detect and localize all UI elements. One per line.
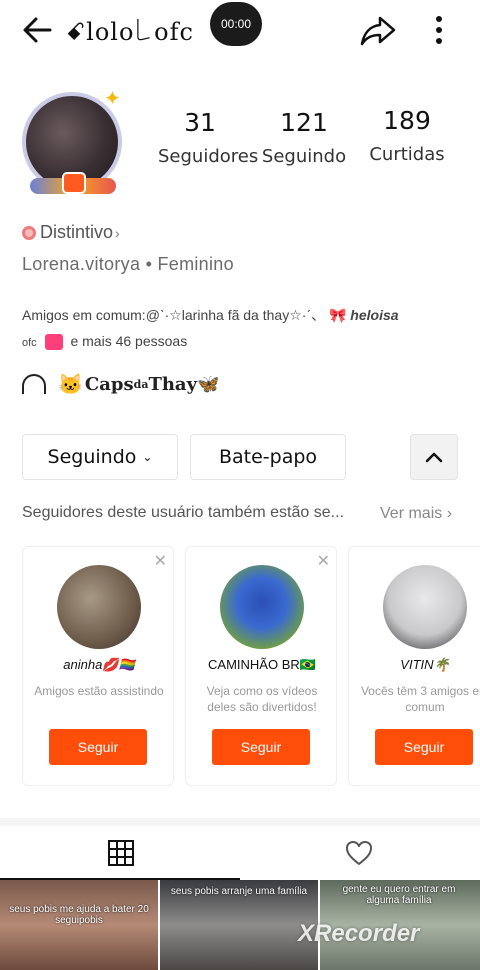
suggestion-desc: Vocês têm 3 amigos em comum <box>360 684 480 714</box>
suggestion-desc: Veja como os vídeos deles são divertidos… <box>206 684 318 714</box>
video-thumbnail[interactable]: seus pobis me ajuda a bater 20 seguipobi… <box>0 880 158 970</box>
chat-button[interactable]: Bate-papo <box>190 434 346 480</box>
suggestion-name[interactable]: VITIN🌴 <box>349 657 480 673</box>
stat-following[interactable]: 121 Seguindo <box>258 108 350 167</box>
stat-likes[interactable]: 189 Curtidas <box>362 106 452 165</box>
suggestion-avatar[interactable] <box>220 565 304 649</box>
live-badge-icon <box>62 172 86 194</box>
stat-followers[interactable]: 31 Seguidores <box>158 108 259 167</box>
suggestion-card[interactable]: ✕ aninha💋🏳️‍🌈 Amigos estão assistindo Se… <box>22 546 174 786</box>
suggestion-card[interactable]: ✕ CAMINHÃO BR🇧🇷 Veja como os vídeos dele… <box>185 546 337 786</box>
close-icon[interactable]: ✕ <box>317 551 330 571</box>
following-button[interactable]: Seguindo ⌄ <box>22 434 178 480</box>
username-gender: Lorena.vitorya • Feminino <box>22 254 234 274</box>
likes-count: 189 <box>383 106 431 135</box>
bow-icon: 🎀 <box>328 307 347 323</box>
video-caption: seus pobis arranje uma família <box>170 886 308 897</box>
cat-emoji-icon: 🐱 <box>58 372 83 396</box>
suggestions-header: Seguidores deste usuário também estão se… <box>22 504 462 530</box>
crown-icon: ✦ <box>104 88 121 110</box>
mutual-prefix: Amigos em comum: <box>22 307 146 323</box>
follow-button[interactable]: Seguir <box>212 729 310 765</box>
profile-avatar[interactable]: ✦ <box>16 86 130 200</box>
suggestion-name[interactable]: aninha💋🏳️‍🌈 <box>23 657 175 673</box>
see-more-label: Ver mais <box>380 505 443 522</box>
following-label: Seguindo <box>261 146 347 167</box>
liked-tab-heart-icon[interactable] <box>344 838 374 868</box>
back-arrow-icon[interactable] <box>18 12 58 48</box>
group-icon <box>22 374 46 394</box>
video-caption: seus pobis me ajuda a bater 20 seguipobi… <box>9 904 149 926</box>
mutual-friend-2-suffix: ofc <box>22 337 37 349</box>
collapse-suggestions-button[interactable] <box>410 434 458 480</box>
badge-label: Distintivo <box>40 222 114 242</box>
caps-text: Caps <box>84 373 134 395</box>
mutual-friend-1[interactable]: @ˋ·☆larinha fã da thay☆·ˊ、 <box>146 307 325 323</box>
content-tabs <box>0 826 480 880</box>
following-button-label: Seguindo <box>47 446 137 468</box>
following-count: 121 <box>280 108 328 137</box>
followers-count: 31 <box>184 108 216 137</box>
suggestion-avatar[interactable] <box>383 565 467 649</box>
mutual-suffix: e mais 46 pessoas <box>70 333 188 349</box>
top-bar: ꗃlolo꒒ofc 00:00 <box>0 0 480 62</box>
suggestion-card[interactable]: VITIN🌴 Vocês têm 3 amigos em comum Segui… <box>348 546 480 786</box>
suggestions-title: Seguidores deste usuário também estão se… <box>22 504 344 521</box>
more-options-icon[interactable] <box>424 12 454 48</box>
group-tag[interactable]: 🐱 Caps da Thay 🦋 <box>22 368 219 400</box>
badge-link[interactable]: Distintivo › <box>22 222 120 243</box>
video-caption: gente eu quero entrar em alguma família <box>342 884 456 906</box>
caps-sup: da <box>133 377 149 391</box>
followers-label: Seguidores <box>158 146 259 167</box>
follow-button[interactable]: Seguir <box>375 729 473 765</box>
suggestion-avatar[interactable] <box>57 565 141 649</box>
profile-title: ꗃlolo꒒ofc <box>66 18 194 46</box>
recorder-watermark: XRecorder <box>298 920 420 947</box>
close-icon[interactable]: ✕ <box>154 551 167 571</box>
chat-button-label: Bate-papo <box>218 446 318 468</box>
chevron-up-icon <box>425 452 443 463</box>
grid-tab-icon[interactable] <box>106 838 136 868</box>
heart-icon <box>44 334 63 351</box>
butterfly-icon: 🦋 <box>197 373 220 395</box>
caps-text-2: Thay <box>148 373 198 395</box>
chevron-right-icon: › <box>115 224 120 241</box>
video-thumbnail[interactable]: seus pobis arranje uma família <box>160 880 318 970</box>
share-icon[interactable] <box>358 12 398 48</box>
suggestion-desc: Amigos estão assistindo <box>34 684 164 698</box>
screen-record-timer[interactable]: 00:00 <box>210 2 262 46</box>
chevron-down-icon: ⌄ <box>142 450 153 464</box>
suggestion-name[interactable]: CAMINHÃO BR🇧🇷 <box>186 657 338 673</box>
follow-button[interactable]: Seguir <box>49 729 147 765</box>
mutual-friend-2[interactable]: heloisa <box>350 307 398 323</box>
likes-label: Curtidas <box>369 144 445 165</box>
mutual-friends[interactable]: Amigos em comum:@ˋ·☆larinha fã da thay☆·… <box>22 302 462 356</box>
section-divider <box>0 818 480 826</box>
see-more-link[interactable]: Ver mais › <box>380 505 452 523</box>
badge-icon <box>22 225 36 240</box>
